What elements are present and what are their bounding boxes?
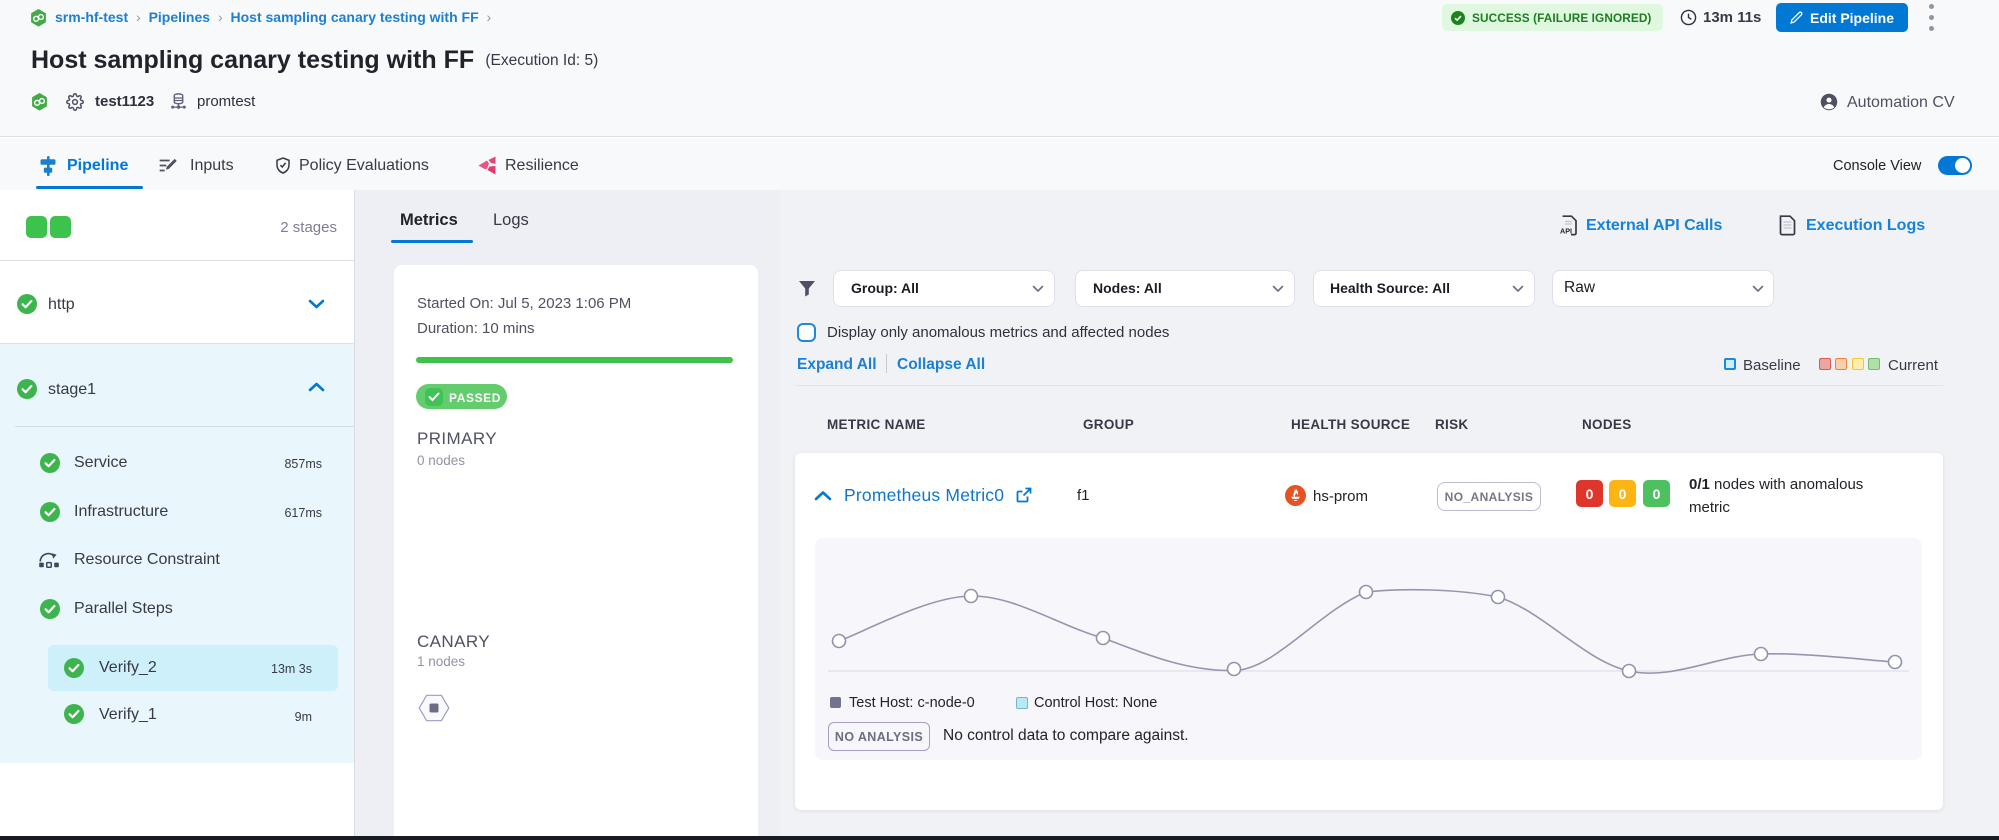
svg-text:API: API [1560,227,1572,236]
